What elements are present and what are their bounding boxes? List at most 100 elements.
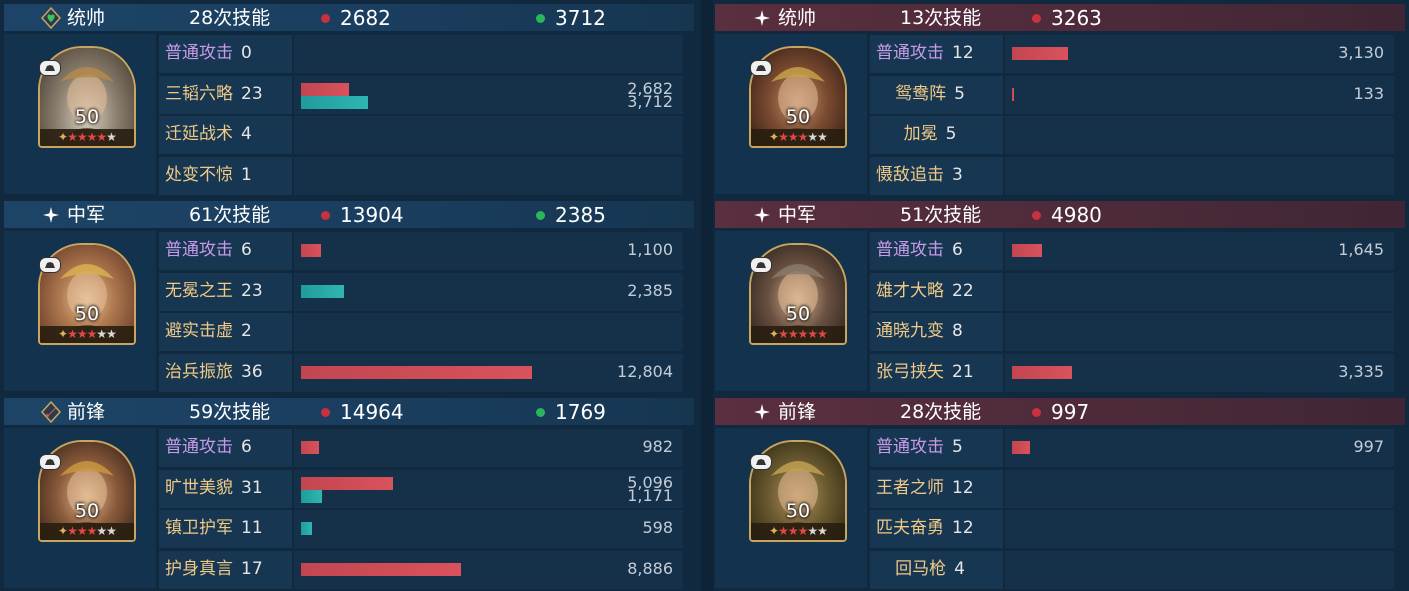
damage-dot-icon [321,14,330,23]
hero-section: 统帅 13次技能 3263 50 ✦★★★★★ 普通攻击 12 3,130 鸳鸯阵 5 133 加冕 5… [715,0,1405,197]
star-icon: ★ [778,327,789,341]
skill-row[interactable]: 护身真言 17 8,886 [159,550,683,591]
skill-row[interactable]: 普通攻击 6 982 [159,428,683,469]
star-rating: ✦★★★★★ [40,326,134,343]
skill-bar-cell [1005,75,1394,114]
star-icon: ★ [106,524,117,538]
hero-level: 50 [785,303,811,325]
role-label: 前锋 [778,401,817,423]
skill-row[interactable]: 王者之师 12 [870,469,1394,510]
star-icon: ★ [797,130,809,144]
hero-header: 统帅 28次技能 2682 3712 [4,4,694,31]
star-icon: ★ [106,130,117,144]
star-icon: ★ [778,524,789,538]
skill-row[interactable]: 迁延战术 4 [159,115,683,156]
skill-count: 36 [241,361,263,382]
skill-row[interactable]: 普通攻击 6 1,645 [870,231,1394,272]
skill-list: 普通攻击 12 3,130 鸳鸯阵 5 133 加冕 5 慑敌追击 3 [870,34,1394,196]
total-damage: 14964 [340,400,404,424]
skill-count: 4 [241,124,252,144]
hero-header: 中军 61次技能 13904 2385 [4,201,694,228]
skill-count: 3 [952,164,963,185]
star-icon: ★ [797,524,809,538]
skill-row[interactable]: 避实击虚 2 [159,312,683,353]
skill-row[interactable]: 鸳鸯阵 5 133 [870,75,1394,116]
skill-row[interactable]: 旷世美貌 31 5,096 1,171 [159,469,683,510]
star-icon: ★ [86,524,98,538]
skill-row[interactable]: 张弓挟矢 21 3,335 [870,353,1394,394]
hero-header: 中军 51次技能 4980 [715,201,1405,228]
skill-bar-cell [294,156,683,195]
skill-name-text: 镇卫护军 [165,518,233,538]
skill-count: 5 [945,124,957,144]
skill-cast-count: 51次技能 [900,204,982,226]
skill-count: 31 [241,477,263,498]
damage-value: 997 [1353,437,1384,456]
skill-row[interactable]: 普通攻击 5 997 [870,428,1394,469]
skill-row[interactable]: 普通攻击 0 [159,34,683,75]
skill-row[interactable]: 慑敌追击 3 [870,156,1394,197]
skill-row[interactable]: 通晓九变 8 [870,312,1394,353]
skill-name: 普通攻击 6 [876,240,963,261]
heal-dot-icon [536,14,545,23]
star-icon: ★ [807,524,818,538]
skill-row[interactable]: 无冕之王 23 2,385 [159,272,683,313]
skill-name: 避实击虚 2 [165,321,252,342]
skill-row[interactable]: 镇卫护军 11 598 [159,509,683,550]
skill-row[interactable]: 回马枪 4 [870,550,1394,591]
role-label: 中军 [67,204,106,226]
skill-bar-cell [1005,116,1394,154]
skill-name: 回马枪 4 [870,559,990,580]
skill-bar-cell [1005,232,1394,270]
skill-row[interactable]: 三韬六略 23 2,682 3,712 [159,75,683,116]
skill-cast-count: 13次技能 [900,7,982,29]
mount-badge-icon [39,454,61,470]
skill-cast-count: 61次技能 [189,204,271,226]
skill-count: 12 [952,518,974,538]
hero-level: 50 [74,106,100,128]
skill-name-text: 普通攻击 [165,43,233,63]
star-icon: ★ [76,327,88,341]
skill-row[interactable]: 处变不惊 1 [159,156,683,197]
skill-name: 普通攻击 0 [165,43,252,64]
skill-name-text: 通晓九变 [876,321,944,341]
damage-bar [1012,365,1072,379]
sparkle-icon [40,204,62,226]
damage-bar [301,365,532,379]
skill-name: 普通攻击 6 [165,240,252,261]
damage-value: 133 [1353,83,1384,103]
role-label: 中军 [778,204,817,226]
damage-value: 1,100 [627,240,673,259]
star-icon: ★ [67,327,78,341]
skill-count: 8 [952,321,963,341]
skill-count: 5 [954,83,965,104]
skill-bar-cell [1005,550,1394,589]
star-icon: ✦ [769,524,779,538]
skill-row[interactable]: 治兵振旅 36 12,804 [159,353,683,394]
skill-bar-cell [294,510,683,548]
damage-bar [301,441,319,454]
skill-row[interactable]: 普通攻击 6 1,100 [159,231,683,272]
skill-count: 12 [952,43,974,63]
skill-name: 普通攻击 12 [876,43,974,64]
star-icon: ★ [106,327,117,341]
total-damage: 13904 [340,203,404,227]
skill-name-text: 三韬六略 [165,83,233,104]
damage-value: 8,886 [627,558,673,578]
skill-row[interactable]: 加冕 5 [870,115,1394,156]
skill-row[interactable]: 匹夫奋勇 12 [870,509,1394,550]
skill-count: 0 [241,43,252,63]
skill-row[interactable]: 普通攻击 12 3,130 [870,34,1394,75]
star-icon: ★ [787,524,799,538]
skill-cast-count: 28次技能 [189,7,271,29]
damage-bar [301,562,461,576]
skill-list: 普通攻击 0 三韬六略 23 2,682 3,712 迁延战术 4 处变不惊 1 [159,34,683,196]
star-icon: ★ [86,130,98,144]
skill-name: 慑敌追击 3 [876,165,963,186]
skill-name: 普通攻击 5 [876,437,963,458]
skill-count: 5 [952,437,963,457]
star-icon: ✦ [58,524,68,538]
skill-row[interactable]: 雄才大略 22 [870,272,1394,313]
hero-header: 前锋 59次技能 14964 1769 [4,398,694,425]
star-icon: ★ [76,524,88,538]
